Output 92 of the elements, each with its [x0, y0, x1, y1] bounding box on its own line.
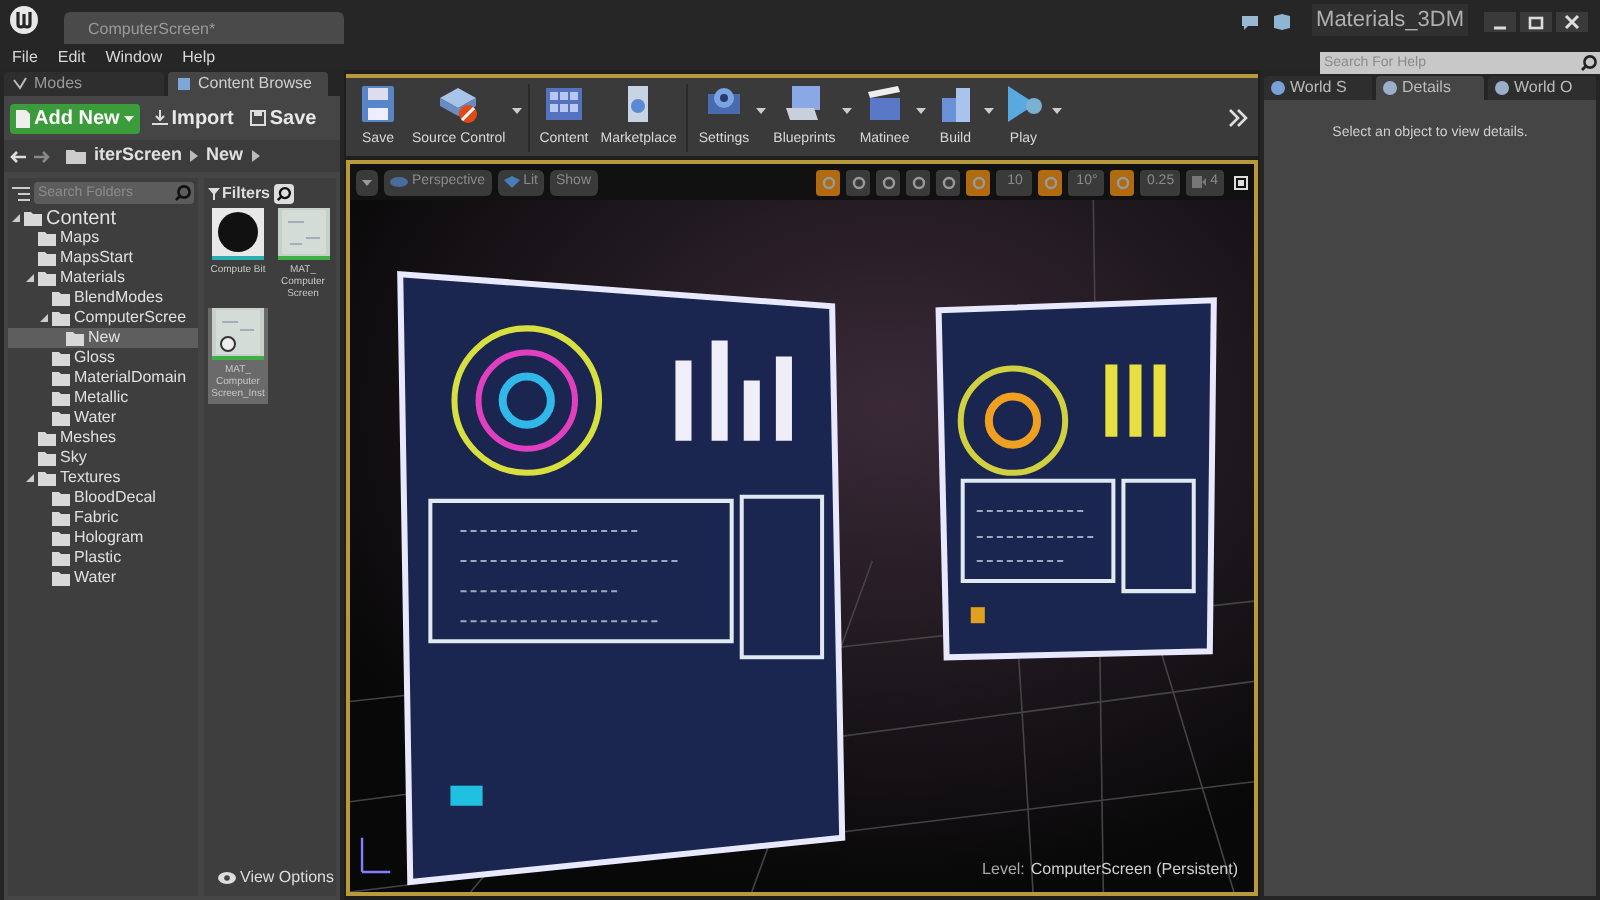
folder-tree-item[interactable]: Water [8, 568, 198, 588]
panel-tab[interactable]: Details [1376, 76, 1484, 100]
tool-icon [1043, 175, 1058, 189]
import-button[interactable]: Import [147, 103, 238, 133]
menu-item[interactable]: Window [105, 45, 163, 69]
save-icon [356, 82, 400, 127]
breadcrumb-item[interactable]: iterScreen [94, 142, 183, 170]
breadcrumb-item[interactable]: New [206, 142, 244, 170]
package-icon [1272, 12, 1293, 32]
rotate-tool-button[interactable] [846, 169, 871, 195]
folder-tree-item[interactable]: Maps [8, 228, 198, 248]
folder-tree-item[interactable]: Plastic [8, 548, 198, 568]
folder-tree-item[interactable]: MapsStart [8, 248, 198, 268]
sphere-preview-icon [216, 210, 260, 254]
folder-tree-item[interactable]: Content [8, 208, 198, 228]
caret-icon [983, 107, 994, 113]
folder-tree-item[interactable]: Materials [8, 268, 198, 288]
menu-item[interactable]: Help [182, 45, 216, 69]
caret-icon [123, 115, 134, 121]
folder-tree-item[interactable]: Hologram [8, 528, 198, 548]
caret-icon [755, 107, 766, 113]
camera-icon [1192, 176, 1207, 188]
surface-tool-button[interactable] [936, 169, 961, 195]
back-arrow-icon [10, 149, 26, 163]
download-icon [151, 110, 168, 126]
folder-tree-item[interactable]: Water [8, 408, 198, 428]
save-button[interactable]: Save [245, 103, 321, 133]
chevron-right-icon [251, 150, 260, 162]
document-icon [16, 109, 30, 127]
folder-tree-item[interactable]: Gloss [8, 348, 198, 368]
caret-icon [1051, 107, 1062, 113]
project-name: Materials_3DM [1312, 3, 1468, 36]
view-options-button[interactable]: View Options [218, 866, 334, 890]
minimize-button[interactable] [1484, 12, 1516, 32]
move-tool-button[interactable] [816, 169, 841, 195]
folder-tree-item[interactable]: ComputerScree [8, 308, 198, 328]
eye-icon [218, 872, 236, 884]
expand-arrow-icon [40, 314, 48, 322]
texture-preview-icon [281, 210, 325, 254]
folder-tree-item[interactable]: Metallic [8, 388, 198, 408]
close-icon [1562, 14, 1582, 30]
folder-tree-item[interactable]: BloodDecal [8, 488, 198, 508]
grid-tool-button[interactable] [966, 169, 991, 195]
menu-item[interactable]: Edit [57, 45, 86, 69]
folder-tree-item[interactable]: MaterialDomain [8, 368, 198, 388]
caret-icon [362, 179, 372, 185]
folder-tree-item[interactable]: Meshes [8, 428, 198, 448]
add-new-button[interactable]: Add New [10, 103, 140, 133]
search-button[interactable] [1578, 52, 1600, 74]
filters-button[interactable]: Filters [208, 181, 271, 205]
panel-tab[interactable]: World S [1264, 76, 1372, 100]
menu-button[interactable] [356, 169, 378, 195]
funnel-icon [208, 187, 220, 199]
maximize-button[interactable] [1520, 12, 1552, 32]
double-chevron-icon [1228, 107, 1248, 127]
globe-tool-button[interactable] [906, 169, 931, 195]
folder-tree-item[interactable]: Textures [8, 468, 198, 488]
panel-tab[interactable]: World O [1488, 76, 1596, 100]
expand-arrow-icon [26, 474, 34, 482]
maximize-icon [1234, 175, 1248, 189]
caret-icon [841, 107, 852, 113]
texture-preview-icon [216, 310, 260, 354]
folder-icon [66, 148, 86, 164]
folder-tree-item[interactable]: New [8, 328, 198, 348]
source-icon [436, 82, 481, 127]
forward-arrow-icon [34, 149, 50, 163]
caret-icon [511, 107, 522, 113]
maximize-icon [1526, 14, 1546, 30]
caret-icon [915, 107, 926, 113]
chat-icon [1240, 14, 1261, 32]
lit-icon [503, 176, 520, 188]
panel-tab[interactable]: Content Browse [168, 72, 328, 96]
level-label: Level: [982, 858, 1025, 882]
search-icon [174, 184, 192, 202]
chevron-right-icon [190, 150, 199, 162]
search-button[interactable] [274, 183, 295, 203]
folder-tree-item[interactable]: BlendModes [8, 288, 198, 308]
modes-icon [12, 76, 28, 92]
expand-arrow-icon [12, 214, 20, 222]
close-button[interactable] [1556, 12, 1588, 32]
tool-icon [1115, 175, 1130, 189]
scale-snap-tool-button[interactable] [1110, 169, 1135, 195]
panel-tab[interactable]: Modes [4, 72, 164, 96]
angle-tool-button[interactable] [1038, 169, 1063, 195]
menu-item[interactable]: File [12, 45, 38, 69]
level-name: ComputerScreen (Persistent) [1030, 858, 1238, 882]
folder-tree-item[interactable]: Fabric [8, 508, 198, 528]
expand-arrow-icon [26, 274, 34, 282]
scale-tool-button[interactable] [876, 169, 901, 195]
content-icon [176, 76, 192, 92]
folder-tree-item[interactable]: Sky [8, 448, 198, 468]
viewpoint-icon [390, 176, 408, 188]
